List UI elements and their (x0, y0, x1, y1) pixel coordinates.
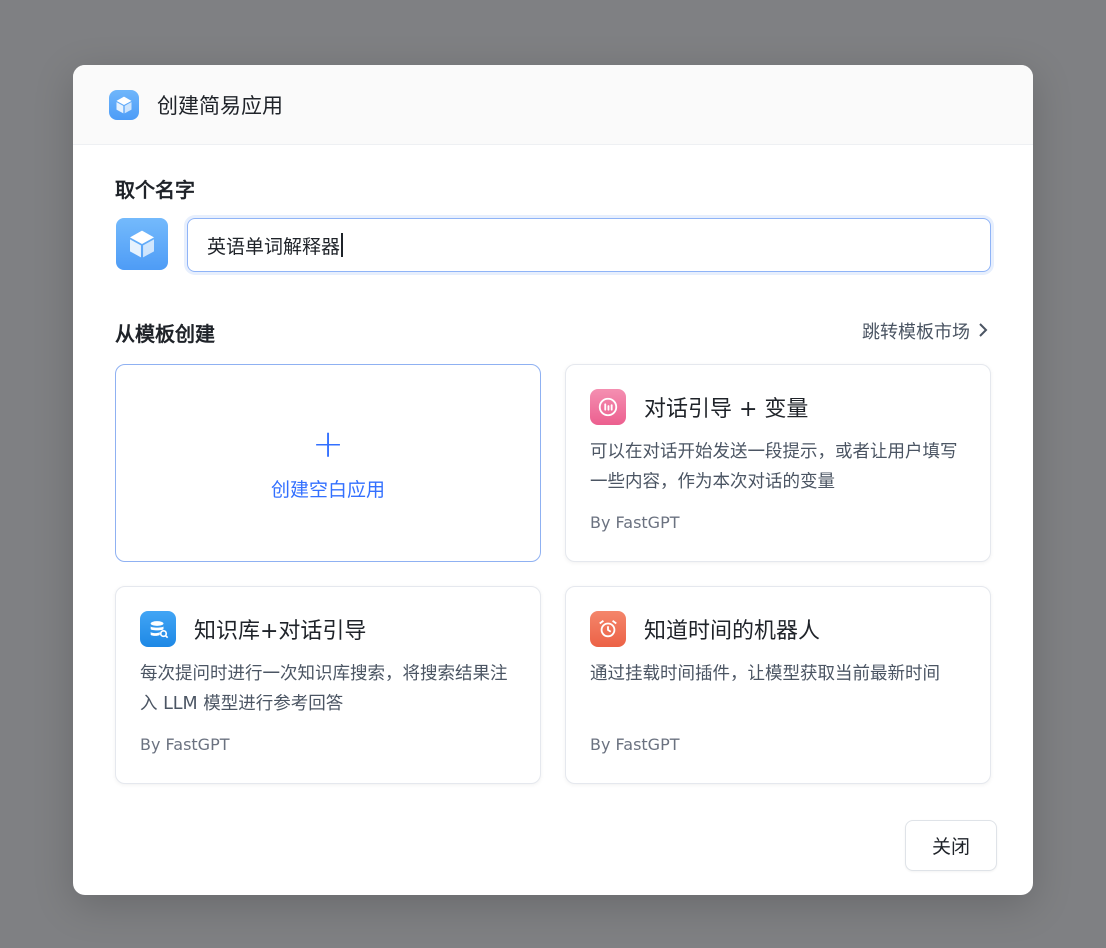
template-title: 知识库+对话引导 (194, 619, 367, 644)
plus-icon: + (312, 421, 344, 466)
chevron-right-icon (978, 322, 988, 341)
template-card-knowledge-chat[interactable]: 知识库+对话引导 每次提问时进行一次知识库搜索，将搜索结果注入 LLM 模型进行… (115, 586, 541, 784)
template-description: 每次提问时进行一次知识库搜索，将搜索结果注入 LLM 模型进行参考回答 (140, 664, 508, 714)
template-title: 知道时间的机器人 (644, 619, 821, 644)
database-search-icon (140, 611, 176, 647)
create-app-modal: 创建简易应用 取个名字 英语单词解释器 从模板创建 跳转模板市场 + 创建空白应… (73, 65, 1033, 895)
chat-variable-icon (590, 389, 626, 425)
app-name-input[interactable]: 英语单词解释器 (187, 218, 991, 272)
cube-icon (109, 89, 139, 120)
app-avatar[interactable] (116, 218, 168, 270)
template-card-chat-variable[interactable]: 对话引导 + 变量 可以在对话开始发送一段提示，或者让用户填写一些内容，作为本次… (565, 364, 991, 562)
template-section-label: 从模板创建 (115, 322, 215, 346)
cube-icon (130, 230, 154, 258)
modal-title: 创建简易应用 (157, 93, 283, 118)
template-author: By FastGPT (140, 735, 230, 754)
alarm-clock-icon (590, 611, 626, 647)
template-author: By FastGPT (590, 513, 680, 532)
name-label: 取个名字 (115, 178, 195, 202)
template-card-header: 知识库+对话引导 (140, 611, 366, 647)
template-title: 对话引导 + 变量 (644, 397, 809, 422)
template-market-link[interactable]: 跳转模板市场 (862, 318, 988, 344)
template-description: 通过挂载时间插件，让模型获取当前最新时间 (590, 664, 940, 684)
app-name-value: 英语单词解释器 (207, 235, 341, 258)
template-card-header: 知道时间的机器人 (590, 611, 820, 647)
text-caret (341, 233, 343, 257)
close-button[interactable]: 关闭 (905, 820, 997, 871)
template-author: By FastGPT (590, 735, 680, 754)
modal-header: 创建简易应用 (73, 65, 1033, 145)
template-description: 可以在对话开始发送一段提示，或者让用户填写一些内容，作为本次对话的变量 (590, 442, 958, 492)
create-blank-app-label: 创建空白应用 (270, 478, 385, 501)
template-market-label: 跳转模板市场 (862, 322, 970, 343)
create-blank-app-card[interactable]: + 创建空白应用 (115, 364, 541, 562)
template-card-header: 对话引导 + 变量 (590, 389, 808, 425)
template-card-time-bot[interactable]: 知道时间的机器人 通过挂载时间插件，让模型获取当前最新时间 By FastGPT (565, 586, 991, 784)
